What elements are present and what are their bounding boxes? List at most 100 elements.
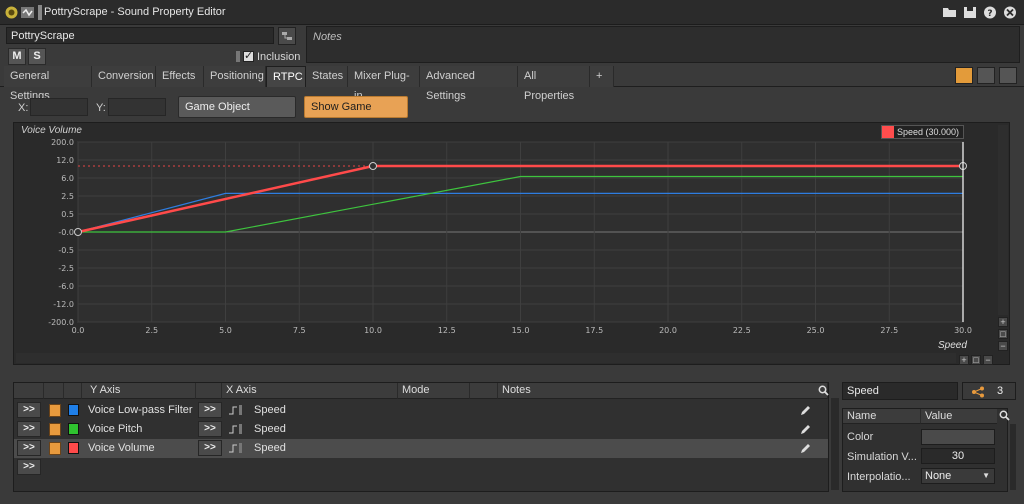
game-parameter-icon (229, 405, 242, 415)
share-icon (282, 32, 292, 40)
open-folder-icon[interactable] (942, 5, 958, 20)
interpolation-dropdown[interactable]: None ▼ (921, 468, 995, 484)
horizontal-scrollbar[interactable] (16, 353, 956, 363)
property-search-icon[interactable] (999, 410, 1010, 421)
y-tick-label: 6.0 (61, 174, 74, 183)
grid-view-button[interactable] (999, 67, 1017, 84)
prop-col-header-name[interactable]: Name (843, 409, 921, 424)
x-tick-label: 22.5 (733, 326, 751, 335)
table-row[interactable]: >> Voice Volume >> Speed (14, 439, 828, 458)
y-label: Y: (96, 102, 106, 114)
title-separator (38, 5, 42, 20)
curve-control-point (74, 228, 82, 236)
x-tick-label: 0.0 (72, 326, 85, 335)
x-tick-label: 2.5 (145, 326, 158, 335)
table-scrollbar[interactable] (831, 398, 839, 490)
add-rtpc-button[interactable]: >> (17, 459, 41, 475)
close-icon[interactable] (1002, 5, 1018, 20)
tab-bar: General Settings Conversion Effects Posi… (0, 66, 1024, 102)
y-tick-label: 0.5 (61, 210, 74, 219)
color-swatch[interactable] (68, 423, 79, 435)
curve-plot[interactable]: 200.0 12.0 6.0 2.5 0.5 -0.0 -0.5 -2.5 -6.0 -12.0 -… (14, 123, 1011, 366)
x-axis-select-button[interactable]: >> (198, 440, 222, 456)
x-axis-select-button[interactable]: >> (198, 421, 222, 437)
zoom-out-x-button[interactable]: − (983, 355, 993, 365)
pin-icon[interactable] (49, 404, 61, 417)
col-header-blank-1 (14, 383, 44, 399)
mute-button[interactable]: M (8, 48, 26, 65)
x-tick-label: 17.5 (585, 326, 603, 335)
y-tick-label: 2.5 (61, 192, 74, 201)
tab-positioning[interactable]: Positioning (204, 66, 266, 87)
zoom-out-y-button[interactable]: − (998, 341, 1008, 351)
y-tick-label: -200.0 (48, 318, 74, 327)
object-link-button[interactable] (278, 27, 296, 45)
reference-count[interactable]: 3 (962, 382, 1016, 400)
y-value-field[interactable] (108, 98, 166, 116)
zoom-in-x-button[interactable]: + (959, 355, 969, 365)
col-header-notes[interactable]: Notes (498, 383, 828, 399)
tab-rtpc[interactable]: RTPC (266, 66, 306, 87)
game-object-explorer-button[interactable]: Game Object Explorer... (178, 96, 296, 133)
prop-label-simulation-value: Simulation V... (847, 451, 917, 463)
col-header-blank-3 (64, 383, 82, 399)
x-value-field[interactable] (30, 98, 88, 116)
search-icon[interactable] (818, 385, 829, 396)
edit-pencil-icon[interactable] (800, 442, 812, 454)
tab-all-properties[interactable]: All Properties (518, 66, 590, 102)
row-expand-button[interactable]: >> (17, 440, 41, 456)
col-header-y-axis[interactable]: Y Axis (82, 383, 196, 399)
rtpc-graph[interactable]: Voice Volume Speed (30.000) 200.0 12.0 6.0… (13, 122, 1010, 365)
reference-count-value: 3 (997, 385, 1004, 397)
edit-pencil-icon[interactable] (800, 423, 812, 435)
tab-general-settings[interactable]: General Settings (4, 66, 92, 102)
tab-effects[interactable]: Effects (156, 66, 204, 87)
zoom-in-y-button[interactable]: + (998, 317, 1008, 327)
save-icon[interactable] (962, 5, 978, 20)
fit-y-button[interactable]: □ (998, 329, 1008, 339)
split-view-button[interactable] (977, 67, 995, 84)
notes-field[interactable]: Notes (306, 26, 1020, 63)
y-tick-label: 12.0 (56, 156, 74, 165)
pin-icon[interactable] (49, 442, 61, 455)
parameter-name-field[interactable]: Speed (842, 382, 958, 400)
help-icon[interactable]: ? (982, 5, 998, 20)
object-name-field[interactable]: PottryScrape (6, 27, 274, 44)
x-tick-label: 27.5 (880, 326, 898, 335)
property-scrollbar[interactable] (1010, 424, 1016, 490)
svg-text:?: ? (987, 9, 992, 19)
vertical-scrollbar[interactable] (998, 125, 1008, 315)
checkbox-check-icon (243, 49, 254, 62)
pin-icon[interactable] (49, 423, 61, 436)
y-tick-label: -12.0 (53, 300, 74, 309)
color-picker-button[interactable] (921, 429, 995, 445)
edit-pencil-icon[interactable] (800, 404, 812, 416)
tab-mixer-plugin[interactable]: Mixer Plug-in (348, 66, 420, 102)
simulation-value-field[interactable]: 30 (921, 448, 995, 464)
prop-col-header-value[interactable]: Value (921, 409, 997, 424)
solo-button[interactable]: S (28, 48, 46, 65)
row-expand-button[interactable]: >> (17, 421, 41, 437)
pin-icon[interactable] (4, 5, 19, 20)
single-view-button[interactable] (955, 67, 973, 84)
col-header-mode[interactable]: Mode (398, 383, 470, 399)
col-header-blank-2 (44, 383, 64, 399)
x-tick-label: 5.0 (219, 326, 232, 335)
row-expand-button[interactable]: >> (17, 402, 41, 418)
simulation-value: 30 (951, 450, 965, 462)
table-row[interactable]: >> Voice Low-pass Filter >> Speed (14, 401, 828, 420)
col-header-x-axis[interactable]: X Axis (222, 383, 398, 399)
tab-states[interactable]: States (306, 66, 348, 87)
tab-conversion[interactable]: Conversion (92, 66, 156, 87)
tab-advanced-settings[interactable]: Advanced Settings (420, 66, 518, 102)
tab-add[interactable]: + (590, 66, 614, 87)
table-row[interactable]: >> Voice Pitch >> Speed (14, 420, 828, 439)
color-swatch[interactable] (68, 442, 79, 454)
inclusion-checkbox[interactable]: Inclusion (236, 49, 300, 63)
color-swatch[interactable] (68, 404, 79, 416)
fit-x-button[interactable]: □ (971, 355, 981, 365)
table-row-add[interactable]: >> (14, 458, 828, 477)
x-axis-select-button[interactable]: >> (198, 402, 222, 418)
property-panel: Speed 3 Name Value Color Simulation V...… (842, 382, 1020, 492)
show-game-objects-button[interactable]: Show Game Objects (304, 96, 408, 133)
